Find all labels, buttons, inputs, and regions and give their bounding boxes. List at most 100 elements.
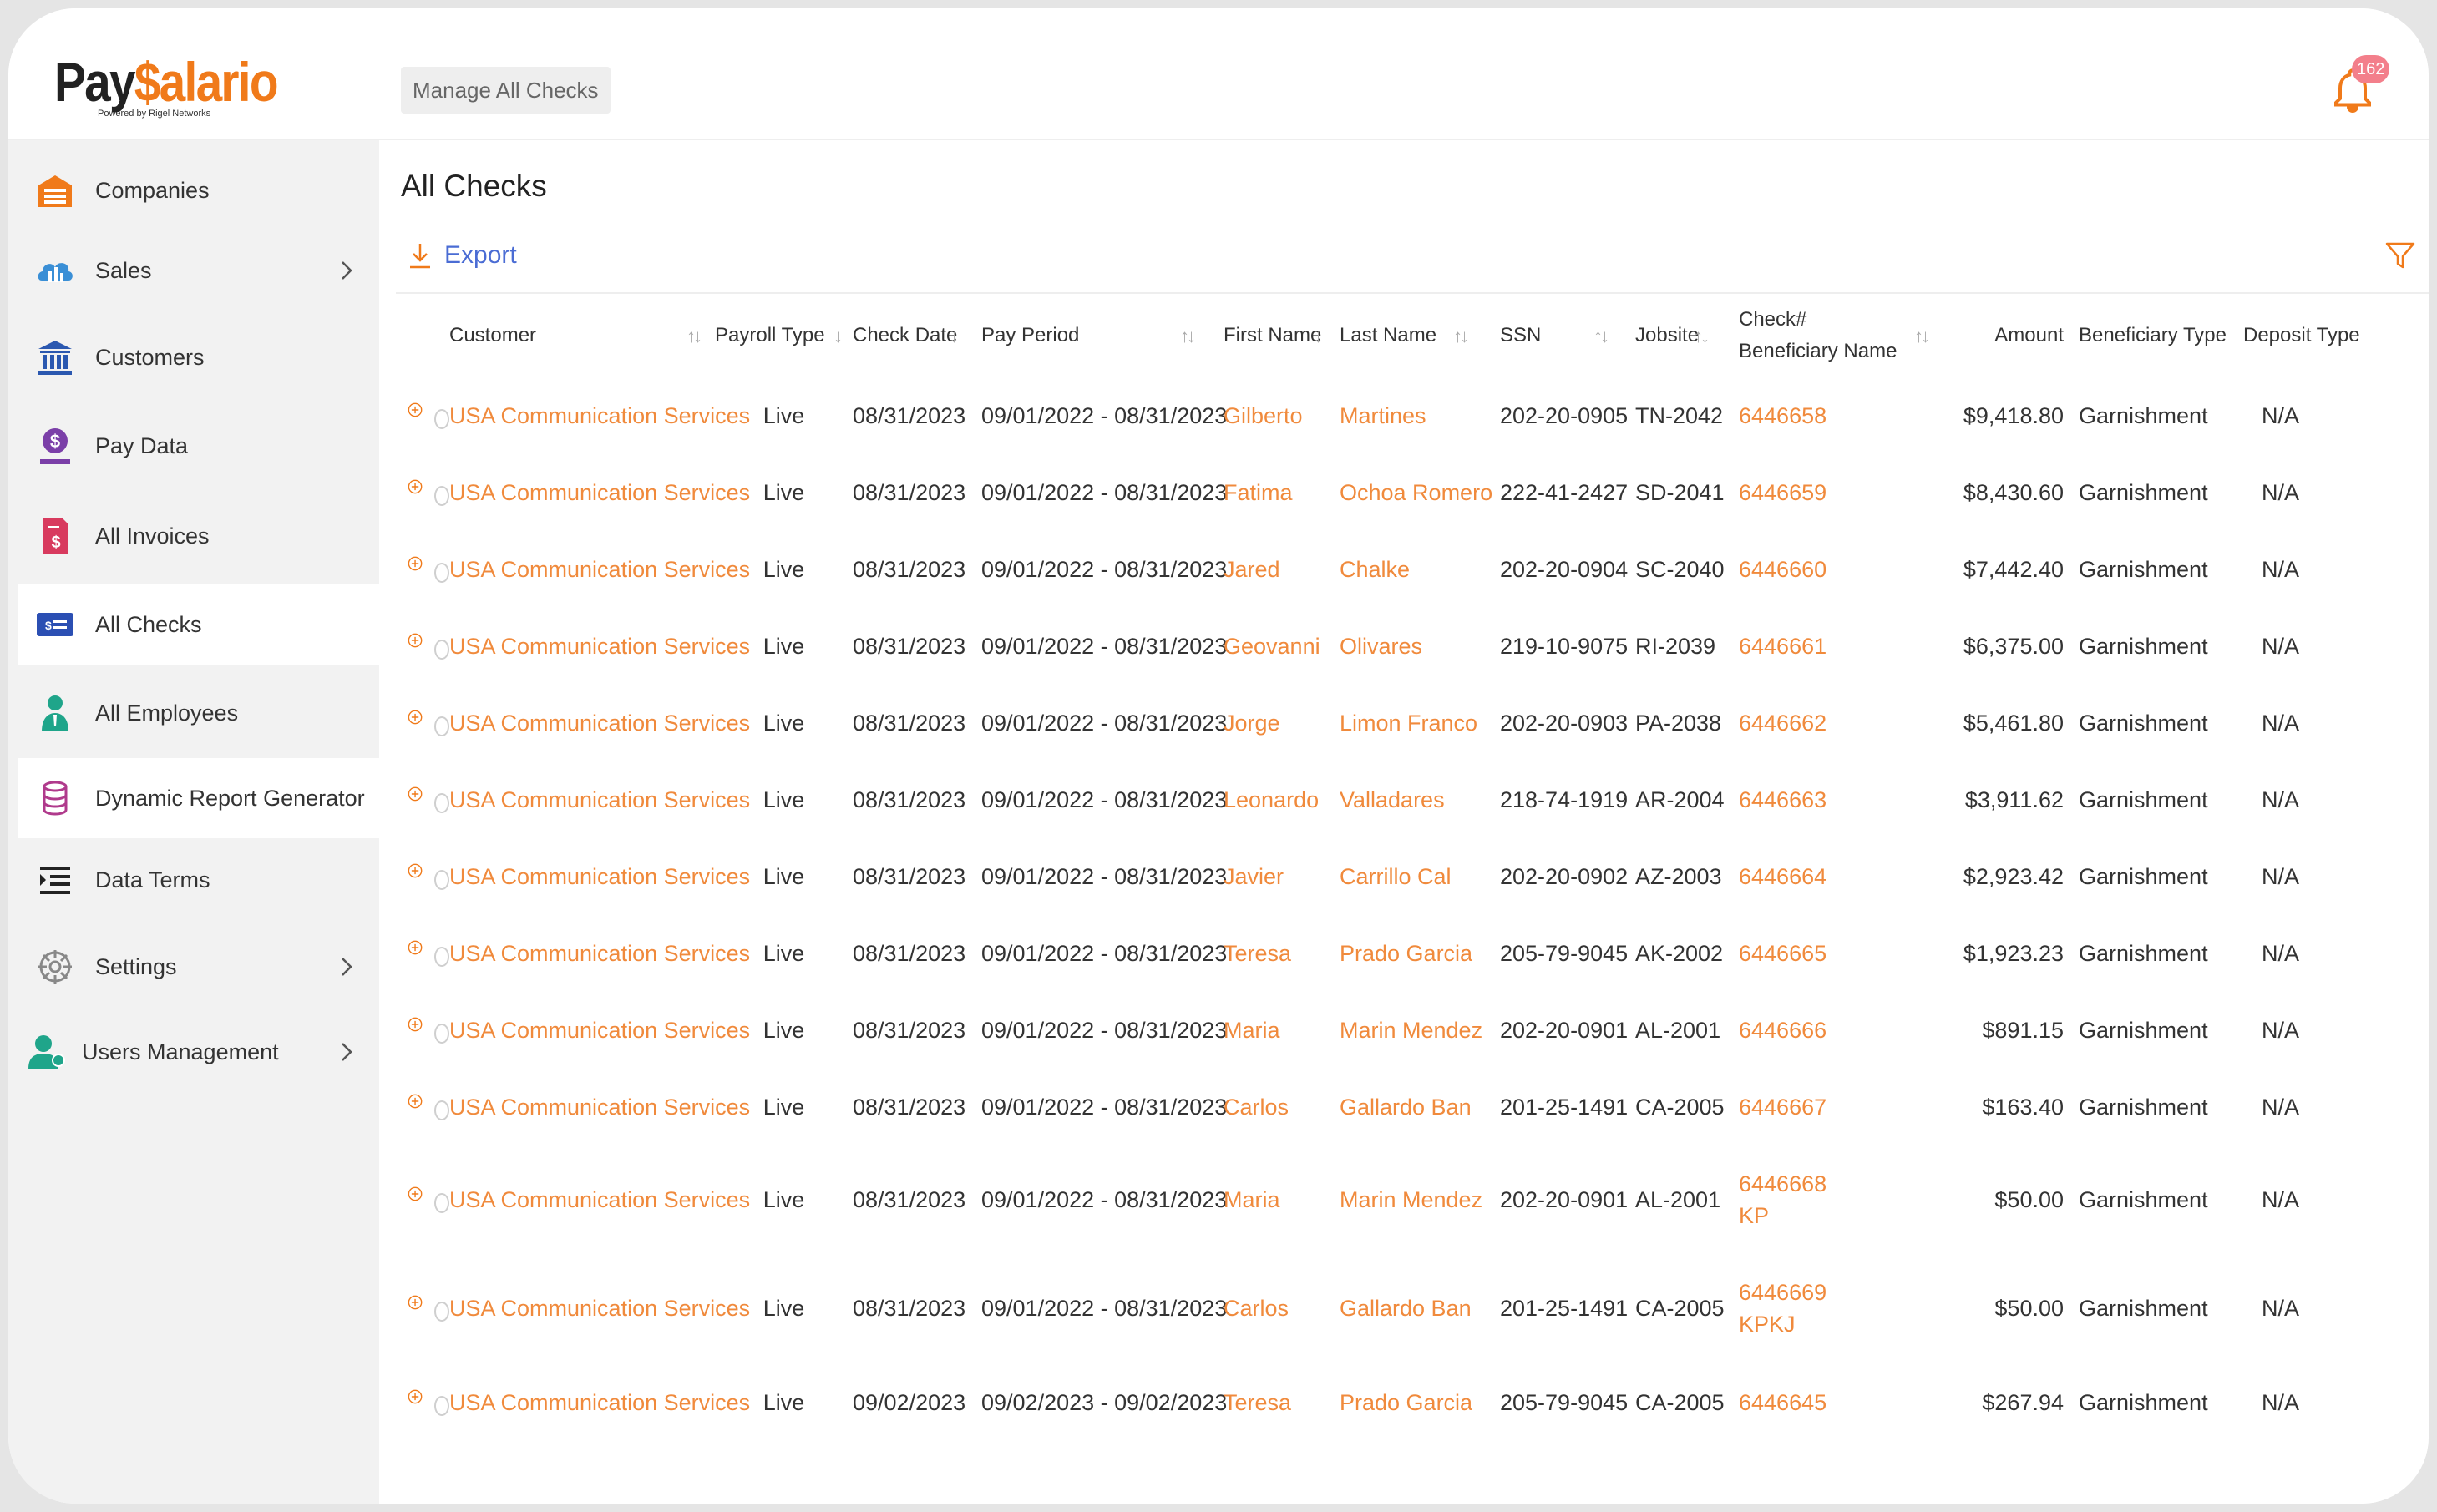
first-name-link[interactable]: Jorge <box>1224 685 1340 761</box>
row-select-radio[interactable] <box>434 1396 449 1416</box>
expand-plus-icon[interactable] <box>408 706 423 728</box>
sidebar-item-all-invoices[interactable]: $ All Invoices <box>18 496 379 576</box>
last-name-link[interactable]: Marin Mendez <box>1340 992 1500 1069</box>
header-last-name[interactable]: Last Name ↑↓ <box>1340 294 1500 377</box>
table-row[interactable]: USA Communication Services Live 08/31/2023… <box>399 992 2429 1069</box>
row-select-radio[interactable] <box>434 409 449 429</box>
table-row[interactable]: USA Communication Services Live 08/31/2023… <box>399 761 2429 838</box>
row-select-radio[interactable] <box>434 1024 449 1044</box>
row-select-radio[interactable] <box>434 486 449 506</box>
header-deposit-type[interactable]: Deposit Type <box>2223 294 2429 377</box>
last-name-link[interactable]: Martines <box>1340 377 1500 454</box>
last-name-link[interactable]: Chalke <box>1340 531 1500 608</box>
row-select-radio[interactable] <box>434 870 449 890</box>
check-number-cell[interactable]: 6446658 <box>1739 377 1955 454</box>
table-row[interactable]: USA Communication Services Live 09/02/2023… <box>399 1363 2429 1443</box>
sort-icon[interactable]: ↑↓ <box>687 326 702 347</box>
expand-plus-icon[interactable] <box>408 1014 423 1035</box>
row-select-radio[interactable] <box>434 1100 449 1120</box>
expand-plus-icon[interactable] <box>408 1183 423 1205</box>
last-name-link[interactable]: Valladares <box>1340 761 1500 838</box>
sort-icon[interactable]: ↓ <box>1314 326 1323 347</box>
check-number-cell[interactable]: 6446668 KP <box>1739 1145 1955 1254</box>
first-name-link[interactable]: Carlos <box>1224 1069 1340 1145</box>
last-name-link[interactable]: Olivares <box>1340 608 1500 685</box>
customer-link[interactable]: USA Communication Services <box>449 377 750 454</box>
export-button[interactable]: Export <box>408 240 517 271</box>
check-number-link[interactable]: 6446658 <box>1739 400 1955 432</box>
first-name-link[interactable]: Javier <box>1224 838 1340 915</box>
check-number-cell[interactable]: 6446663 <box>1739 761 1955 838</box>
row-select-radio[interactable] <box>434 947 449 967</box>
sort-icon[interactable]: ↑↓ <box>1180 326 1196 347</box>
row-select-radio[interactable] <box>434 793 449 813</box>
check-number-link[interactable]: 6446659 <box>1739 477 1955 508</box>
check-number-cell[interactable]: 6446659 <box>1739 454 1955 531</box>
customer-link[interactable]: USA Communication Services <box>449 992 750 1069</box>
customer-link[interactable]: USA Communication Services <box>449 838 750 915</box>
last-name-link[interactable]: Gallardo Ban <box>1340 1069 1500 1145</box>
customer-link[interactable]: USA Communication Services <box>449 685 750 761</box>
row-select-radio[interactable] <box>434 640 449 660</box>
row-select-radio[interactable] <box>434 716 449 736</box>
sidebar-item-users-management[interactable]: Users Management <box>18 1012 379 1092</box>
first-name-link[interactable]: Geovanni <box>1224 608 1340 685</box>
table-row[interactable]: USA Communication Services Live 08/31/2023… <box>399 1069 2429 1145</box>
expand-plus-icon[interactable] <box>408 399 423 421</box>
sort-icon[interactable]: ↓ <box>950 326 959 347</box>
customer-link[interactable]: USA Communication Services <box>449 1363 750 1443</box>
sidebar-item-all-employees[interactable]: All Employees <box>18 673 379 753</box>
check-number-cell[interactable]: 6446645 <box>1739 1363 1955 1443</box>
table-row[interactable]: USA Communication Services Live 08/31/2023… <box>399 531 2429 608</box>
table-row[interactable]: USA Communication Services Live 08/31/2023… <box>399 915 2429 992</box>
header-first-name[interactable]: First Name ↓ <box>1224 294 1340 377</box>
check-number-cell[interactable]: 6446664 <box>1739 838 1955 915</box>
sort-icon[interactable]: ↓ <box>833 326 843 347</box>
expand-plus-icon[interactable] <box>408 553 423 574</box>
first-name-link[interactable]: Maria <box>1224 1145 1340 1254</box>
row-select-radio[interactable] <box>434 1302 449 1322</box>
breadcrumb[interactable]: Manage All Checks <box>401 67 611 114</box>
expand-plus-icon[interactable] <box>408 630 423 651</box>
table-row[interactable]: USA Communication Services Live 08/31/2023… <box>399 1145 2429 1254</box>
sidebar-item-dynamic-report-generator[interactable]: Dynamic Report Generator <box>18 758 379 838</box>
check-number-cell[interactable]: 6446665 <box>1739 915 1955 992</box>
first-name-link[interactable]: Fatima <box>1224 454 1340 531</box>
customer-link[interactable]: USA Communication Services <box>449 608 750 685</box>
check-number-cell[interactable]: 6446660 <box>1739 531 1955 608</box>
header-jobsite[interactable]: Jobsite ↑↓ <box>1635 294 1739 377</box>
customer-link[interactable]: USA Communication Services <box>449 761 750 838</box>
check-number-link[interactable]: 6446645 <box>1739 1387 1955 1418</box>
check-number-link[interactable]: 6446669 <box>1739 1277 1955 1308</box>
sort-icon[interactable]: ↑↓ <box>1914 326 1930 347</box>
check-number-link[interactable]: 6446662 <box>1739 707 1955 739</box>
filter-icon[interactable] <box>2384 239 2417 272</box>
sidebar-item-pay-data[interactable]: $ Pay Data <box>18 406 379 486</box>
first-name-link[interactable]: Jared <box>1224 531 1340 608</box>
customer-link[interactable]: USA Communication Services <box>449 1145 750 1254</box>
customer-link[interactable]: USA Communication Services <box>449 915 750 992</box>
header-amount[interactable]: Amount <box>1955 294 2064 377</box>
customer-link[interactable]: USA Communication Services <box>449 531 750 608</box>
first-name-link[interactable]: Maria <box>1224 992 1340 1069</box>
first-name-link[interactable]: Teresa <box>1224 915 1340 992</box>
expand-plus-icon[interactable] <box>408 1292 423 1313</box>
first-name-link[interactable]: Teresa <box>1224 1363 1340 1443</box>
check-number-link[interactable]: 6446660 <box>1739 554 1955 585</box>
expand-plus-icon[interactable] <box>408 1386 423 1408</box>
header-check-date[interactable]: Check Date ↓ <box>853 294 981 377</box>
first-name-link[interactable]: Carlos <box>1224 1254 1340 1363</box>
sidebar-item-sales[interactable]: Sales <box>18 230 379 311</box>
customer-link[interactable]: USA Communication Services <box>449 1254 750 1363</box>
sort-icon[interactable]: ↑↓ <box>1694 326 1710 347</box>
expand-plus-icon[interactable] <box>408 937 423 958</box>
sort-icon[interactable]: ↑↓ <box>1453 326 1469 347</box>
table-row[interactable]: USA Communication Services Live 08/31/2023… <box>399 377 2429 454</box>
check-number-link[interactable]: 6446661 <box>1739 630 1955 662</box>
first-name-link[interactable]: Leonardo <box>1224 761 1340 838</box>
sidebar-item-companies[interactable]: Companies <box>18 150 379 230</box>
last-name-link[interactable]: Prado Garcia <box>1340 915 1500 992</box>
check-number-cell[interactable]: 6446666 <box>1739 992 1955 1069</box>
check-number-link[interactable]: 6446667 <box>1739 1091 1955 1123</box>
last-name-link[interactable]: Gallardo Ban <box>1340 1254 1500 1363</box>
